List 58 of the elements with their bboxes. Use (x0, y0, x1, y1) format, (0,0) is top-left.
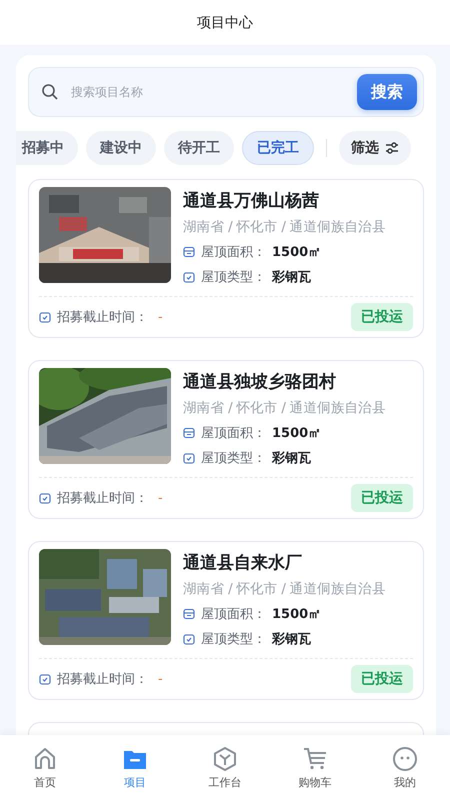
project-name: 通道县独坡乡骆团村 (183, 371, 337, 393)
area-label: 屋顶面积： (201, 244, 266, 261)
search-icon (41, 83, 59, 101)
project-card[interactable]: 通道县独坡乡骆团村 湖南省 / 怀化市 / 通道侗族自治县 屋顶面积： 1500㎡ 屋顶类型： 彩钢瓦 招募截止时间： - 已投运 (28, 360, 424, 519)
nav-tab[interactable]: 首页 (10, 744, 80, 790)
roof-type-icon (183, 452, 195, 464)
deadline-label: 招募截止时间： (57, 671, 148, 688)
cube-icon (212, 746, 238, 772)
area-value: 1500㎡ (272, 606, 322, 623)
roof-area-icon (183, 427, 195, 439)
area-label: 屋顶面积： (201, 425, 266, 442)
project-region: 湖南省 / 怀化市 / 通道侗族自治县 (183, 399, 386, 417)
roof-type-icon (183, 271, 195, 283)
home-icon (32, 746, 58, 772)
nav-tab[interactable]: 工作台 (190, 744, 260, 790)
deadline-value: - (158, 310, 163, 324)
calendar-icon (39, 492, 51, 504)
roof-type-value: 彩钢瓦 (272, 269, 311, 286)
roof-type-icon (183, 633, 195, 645)
cart-icon (302, 746, 328, 772)
status-badge: 已投运 (351, 484, 413, 512)
sliders-icon (385, 141, 399, 155)
nav-tab[interactable]: 我的 (370, 744, 440, 790)
calendar-icon (39, 673, 51, 685)
project-name: 通道县自来水厂 (183, 552, 303, 574)
status-badge: 已投运 (351, 665, 413, 693)
calendar-icon (39, 311, 51, 323)
area-label: 屋顶面积： (201, 606, 266, 623)
project-name: 通道县万佛山杨茜 (183, 190, 320, 212)
filter-tab[interactable]: 招募中 (16, 131, 78, 165)
search-field[interactable]: 搜索项目名称 搜索 (28, 67, 424, 117)
deadline-label: 招募截止时间： (57, 490, 148, 507)
nav-tab[interactable]: 项目 (100, 744, 170, 790)
roof-area-icon (183, 608, 195, 620)
roof-type-label: 屋顶类型： (201, 450, 266, 467)
project-card[interactable]: 通道县万佛山杨茜 湖南省 / 怀化市 / 通道侗族自治县 屋顶面积： 1500㎡ 屋顶类型： 彩钢瓦 招募截止时间： - 已投运 (28, 179, 424, 338)
filter-tab[interactable]: 已完工 (242, 131, 314, 165)
area-value: 1500㎡ (272, 425, 322, 442)
page-title: 项目中心 (197, 14, 253, 32)
face-icon (392, 746, 418, 772)
filter-button[interactable]: 筛选 (339, 131, 411, 165)
deadline-value: - (158, 672, 163, 686)
roof-type-label: 屋顶类型： (201, 269, 266, 286)
nav-tab[interactable]: 购物车 (280, 744, 350, 790)
project-region: 湖南省 / 怀化市 / 通道侗族自治县 (183, 218, 386, 236)
status-badge: 已投运 (351, 303, 413, 331)
deadline-label: 招募截止时间： (57, 309, 148, 326)
filter-tab[interactable]: 建设中 (86, 131, 156, 165)
roof-type-value: 彩钢瓦 (272, 631, 311, 648)
roof-type-value: 彩钢瓦 (272, 450, 311, 467)
area-value: 1500㎡ (272, 244, 322, 261)
search-button[interactable]: 搜索 (357, 74, 417, 110)
roof-type-label: 屋顶类型： (201, 631, 266, 648)
filter-tab[interactable]: 待开工 (164, 131, 234, 165)
deadline-value: - (158, 490, 163, 506)
project-card[interactable]: 通道县自来水厂 湖南省 / 怀化市 / 通道侗族自治县 屋顶面积： 1500㎡ 屋顶类型： 彩钢瓦 招募截止时间： - 已投运 (28, 541, 424, 700)
roof-area-icon (183, 246, 195, 258)
project-region: 湖南省 / 怀化市 / 通道侗族自治县 (183, 580, 386, 598)
